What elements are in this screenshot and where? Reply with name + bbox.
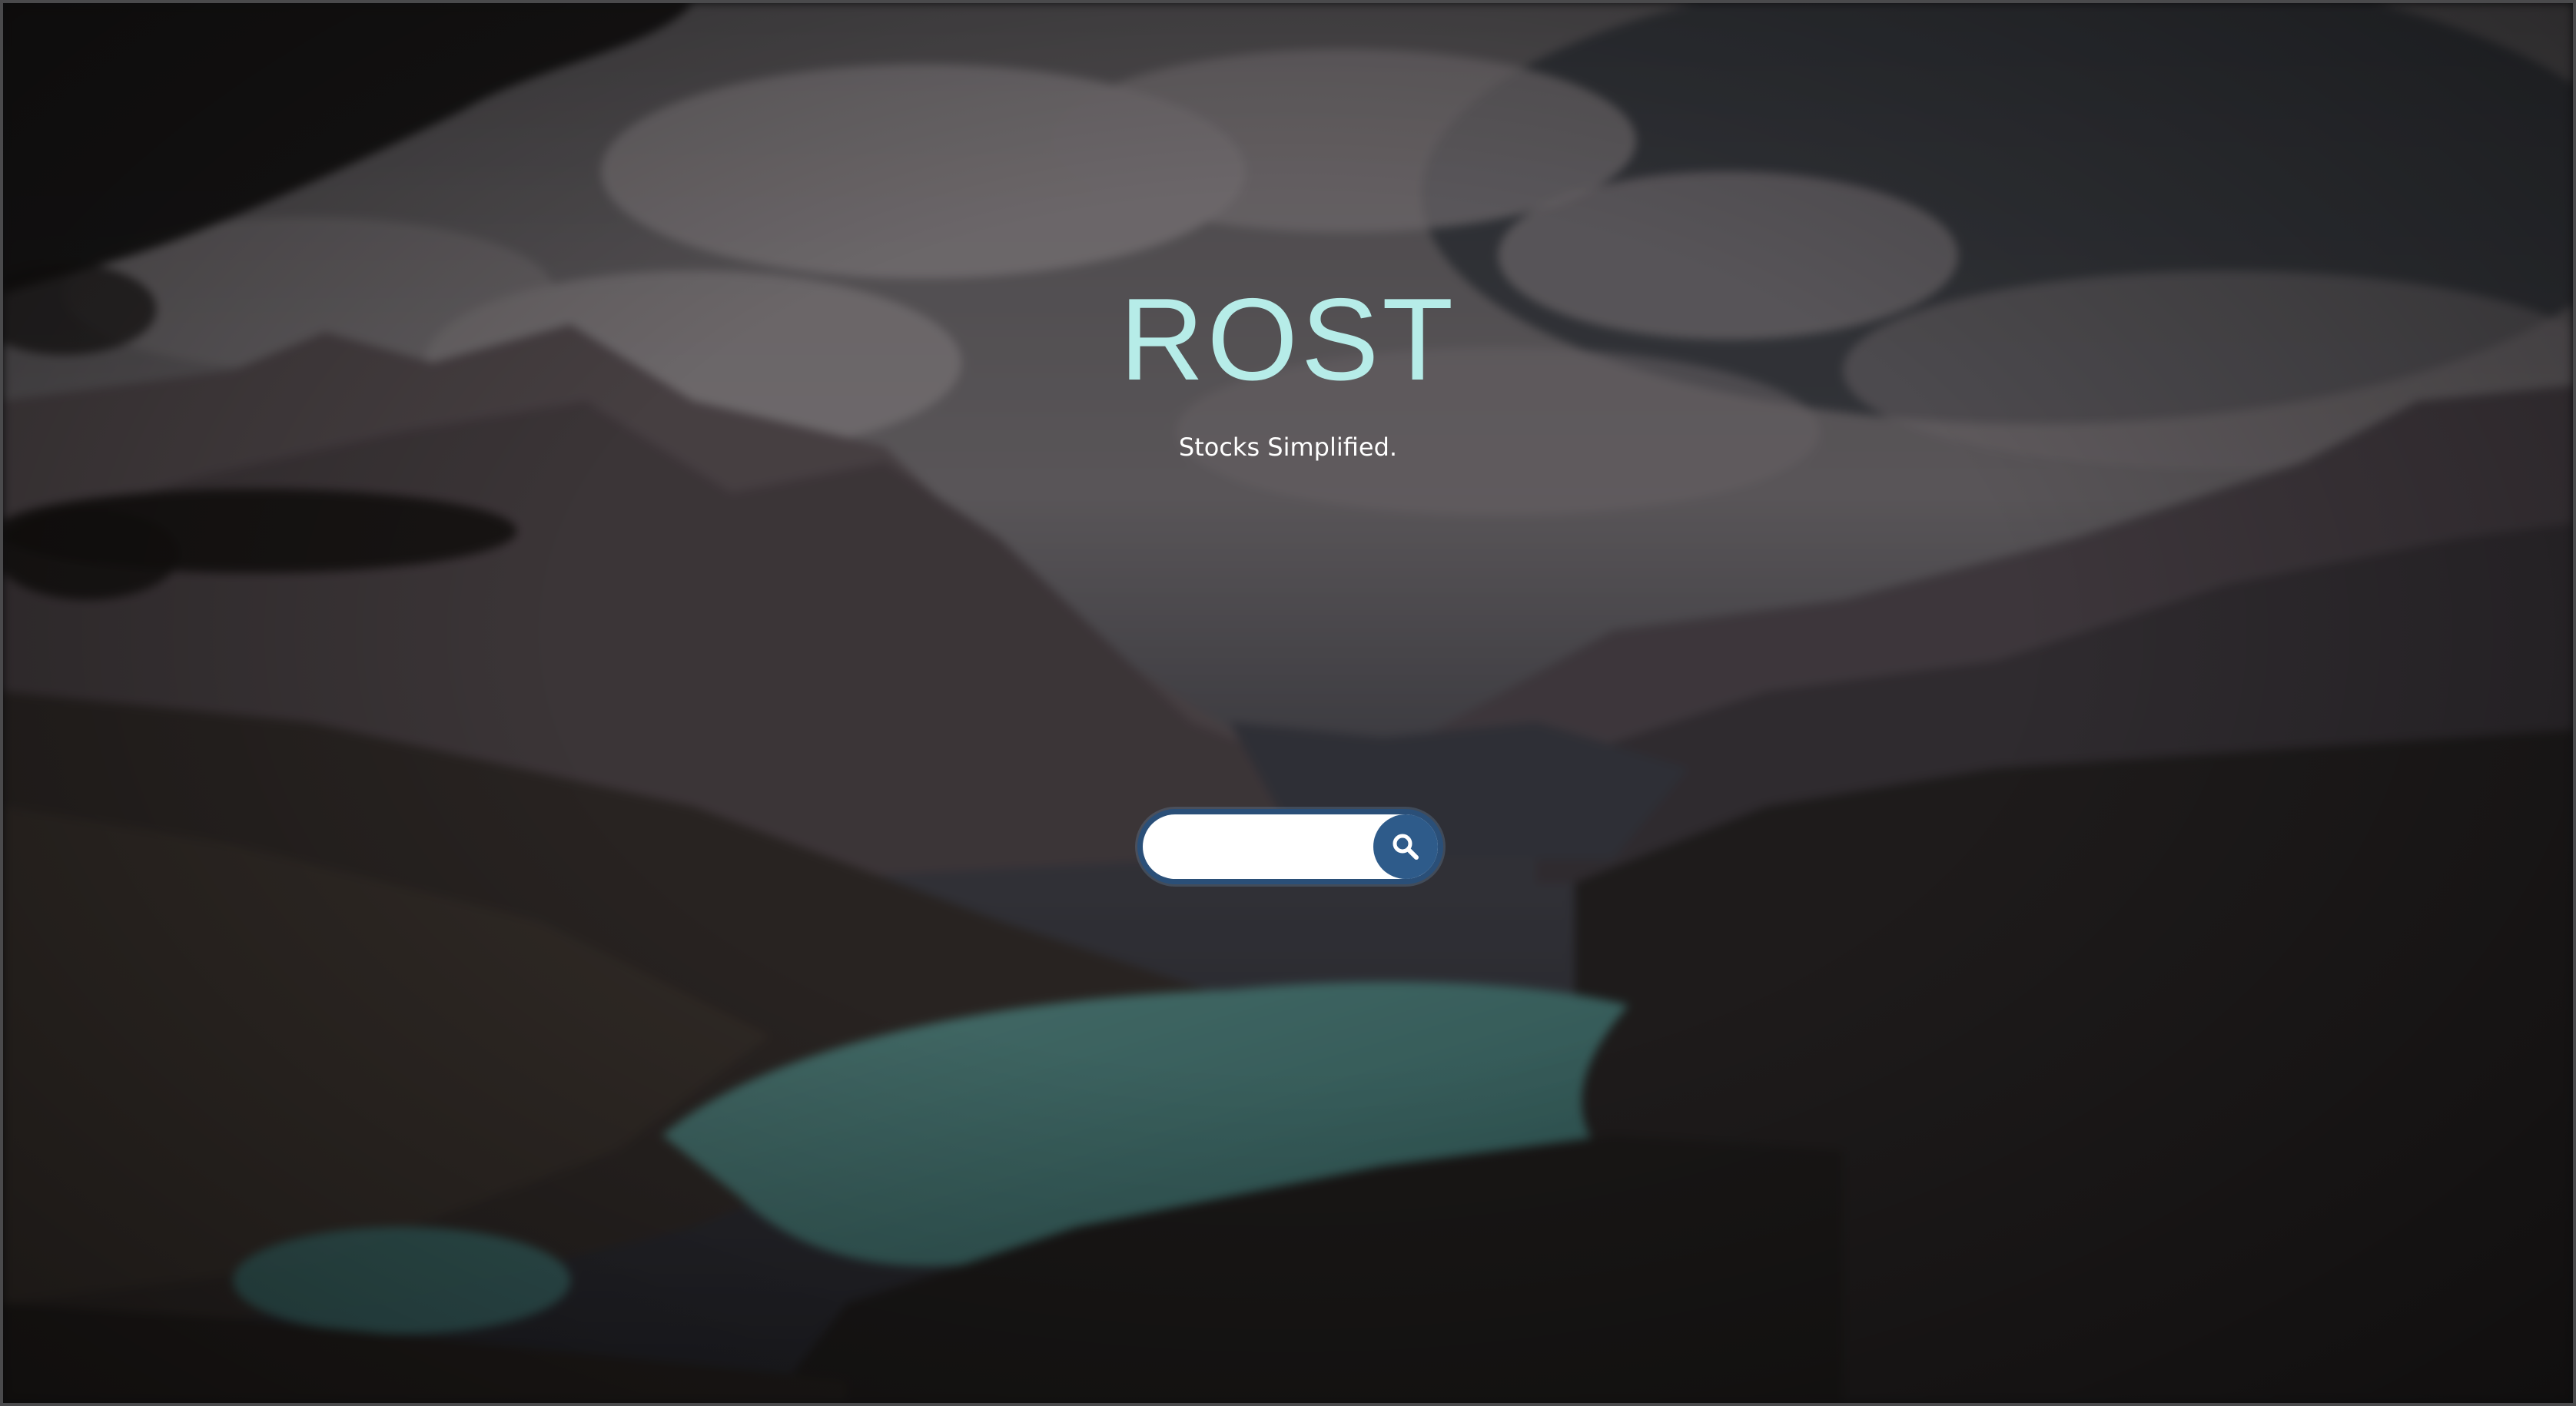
search-bar (1137, 809, 1443, 884)
hero-section: ROST Stocks Simplified. (3, 3, 2573, 1403)
brand-title: ROST (1119, 274, 1457, 405)
search-icon (1393, 834, 1419, 860)
search-input[interactable] (1160, 825, 1370, 870)
brand-tagline: Stocks Simplified. (1178, 433, 1398, 462)
landing-page: ROST Stocks Simplified. (0, 0, 2576, 1406)
search-button[interactable] (1373, 814, 1438, 879)
